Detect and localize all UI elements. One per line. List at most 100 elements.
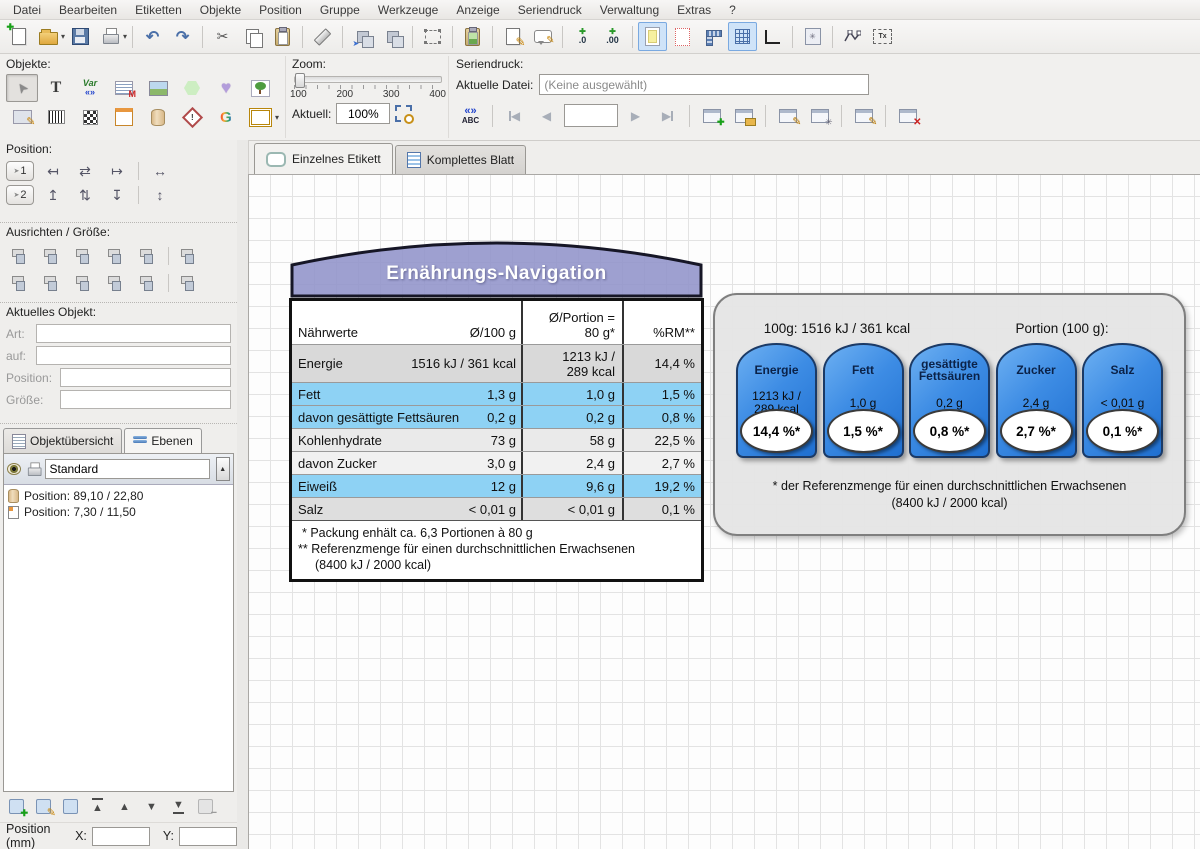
memo-text-button[interactable] [108,74,140,102]
open-button[interactable] [34,22,63,51]
distribute-v-button[interactable] [102,271,130,295]
tab-objektuebersicht[interactable]: Objektübersicht [3,428,122,454]
nutrition-table-object[interactable]: NährwerteØ/100 g Ø/Portion =80 g* %RM** … [289,298,704,582]
polygon-tool-button[interactable] [176,74,208,102]
edit-layer-button[interactable] [31,794,56,818]
save-button[interactable] [66,22,95,51]
paste-button[interactable] [268,22,297,51]
align-to-edge-h-button[interactable] [134,244,162,268]
new-label-button[interactable] [4,22,33,51]
same-height-button[interactable] [134,271,162,295]
object-size-field[interactable] [60,390,231,409]
menu-objekte[interactable]: Objekte [191,1,250,19]
stretch-horizontal-button[interactable] [147,160,173,182]
label-view-toggle[interactable] [638,22,667,51]
snap-button[interactable] [798,22,827,51]
warning-symbol-button[interactable] [176,103,208,131]
align-objects-top-button[interactable] [6,271,34,295]
menu-help[interactable]: ? [720,1,745,19]
position-preset-2-button[interactable]: 2 [6,185,34,205]
form-edit-button[interactable] [6,103,38,131]
ruler-toggle[interactable] [698,22,727,51]
menu-gruppe[interactable]: Gruppe [311,1,369,19]
clipart-button[interactable] [244,74,276,102]
field-abc-button[interactable] [456,101,485,130]
align-bottom-edge-button[interactable] [104,184,130,206]
same-width-button[interactable] [175,244,203,268]
text-tool-button[interactable] [40,74,72,102]
move-to-back-button[interactable] [166,794,191,818]
list-item[interactable]: Position: 89,10 / 22,80 [6,488,231,504]
align-objects-right-button[interactable] [70,244,98,268]
new-datafile-button[interactable] [697,101,726,130]
comment-button[interactable] [528,22,557,51]
menu-werkzeuge[interactable]: Werkzeuge [369,1,447,19]
tab-einzelnes-etikett[interactable]: Einzelnes Etikett [254,143,393,174]
move-to-front-button[interactable] [85,794,110,818]
text-frame-button[interactable] [868,22,897,51]
record-settings-button[interactable] [805,101,834,130]
record-number-input[interactable] [564,104,618,127]
transform-frame-button[interactable] [418,22,447,51]
object-position-field[interactable] [60,368,231,387]
curve-tool-button[interactable] [838,22,867,51]
menu-bearbeiten[interactable]: Bearbeiten [50,1,126,19]
send-backward-button[interactable] [348,22,377,51]
zoom-slider[interactable] [294,76,442,83]
align-objects-center-v-button[interactable] [38,271,66,295]
current-file-input[interactable] [539,74,869,95]
move-up-button[interactable] [112,794,137,818]
decimal-one-button[interactable] [568,22,597,51]
print-button[interactable] [96,22,125,51]
layer-print-toggle[interactable] [28,464,38,475]
delete-record-button[interactable] [893,101,922,130]
previous-record-button[interactable]: ◀ [532,101,561,130]
cut-button[interactable] [208,22,237,51]
decimal-two-button[interactable] [598,22,627,51]
zoom-slider-thumb[interactable] [295,73,305,88]
qrcode-button[interactable] [74,103,106,131]
menu-seriendruck[interactable]: Seriendruck [509,1,591,19]
page-outline-toggle[interactable] [668,22,697,51]
frame-button[interactable] [244,103,276,131]
art-field[interactable] [36,324,231,343]
window-object-button[interactable] [108,103,140,131]
wordart-button[interactable] [210,103,242,131]
position-preset-1-button[interactable]: 1 [6,161,34,181]
grid-toggle[interactable] [728,22,757,51]
same-size-button[interactable] [175,271,203,295]
move-down-button[interactable] [139,794,164,818]
layer-spinner-up[interactable] [216,457,230,481]
list-item[interactable]: Position: 7,30 / 11,50 [6,504,231,520]
edit-record-button[interactable] [773,101,802,130]
first-record-button[interactable]: ◀ [500,101,529,130]
zoom-value-input[interactable] [336,103,390,124]
tab-komplettes-blatt[interactable]: Komplettes Blatt [395,145,526,174]
menu-position[interactable]: Position [250,1,311,19]
open-datafile-button[interactable] [729,101,758,130]
align-objects-bottom-button[interactable] [70,271,98,295]
menu-verwaltung[interactable]: Verwaltung [591,1,668,19]
undo-button[interactable] [138,22,167,51]
align-objects-left-button[interactable] [6,244,34,268]
center-vertical-button[interactable] [72,184,98,206]
eraser-button[interactable] [308,22,337,51]
stretch-vertical-button[interactable] [147,184,173,206]
align-left-edge-button[interactable] [40,160,66,182]
design-canvas[interactable]: Ernährungs-Navigation NährwerteØ/100 g Ø… [248,174,1200,849]
next-record-button[interactable]: ▶ [621,101,650,130]
distribute-h-button[interactable] [102,244,130,268]
x-coordinate-input[interactable] [92,827,150,846]
badge-panel-object[interactable]: 100g: 1516 kJ / 361 kcal Portion (100 g)… [713,293,1186,536]
barcode-button[interactable] [40,103,72,131]
select-cursor-button[interactable] [6,74,38,102]
center-horizontal-button[interactable] [72,160,98,182]
bring-forward-button[interactable] [378,22,407,51]
layer-name-input[interactable] [45,459,210,479]
label-title[interactable]: Ernährungs-Navigation [289,263,704,285]
last-record-button[interactable]: ▶ [653,101,682,130]
redo-button[interactable] [168,22,197,51]
edit-table-button[interactable] [849,101,878,130]
edit-notes-button[interactable] [498,22,527,51]
layer-visible-toggle[interactable] [7,463,21,475]
